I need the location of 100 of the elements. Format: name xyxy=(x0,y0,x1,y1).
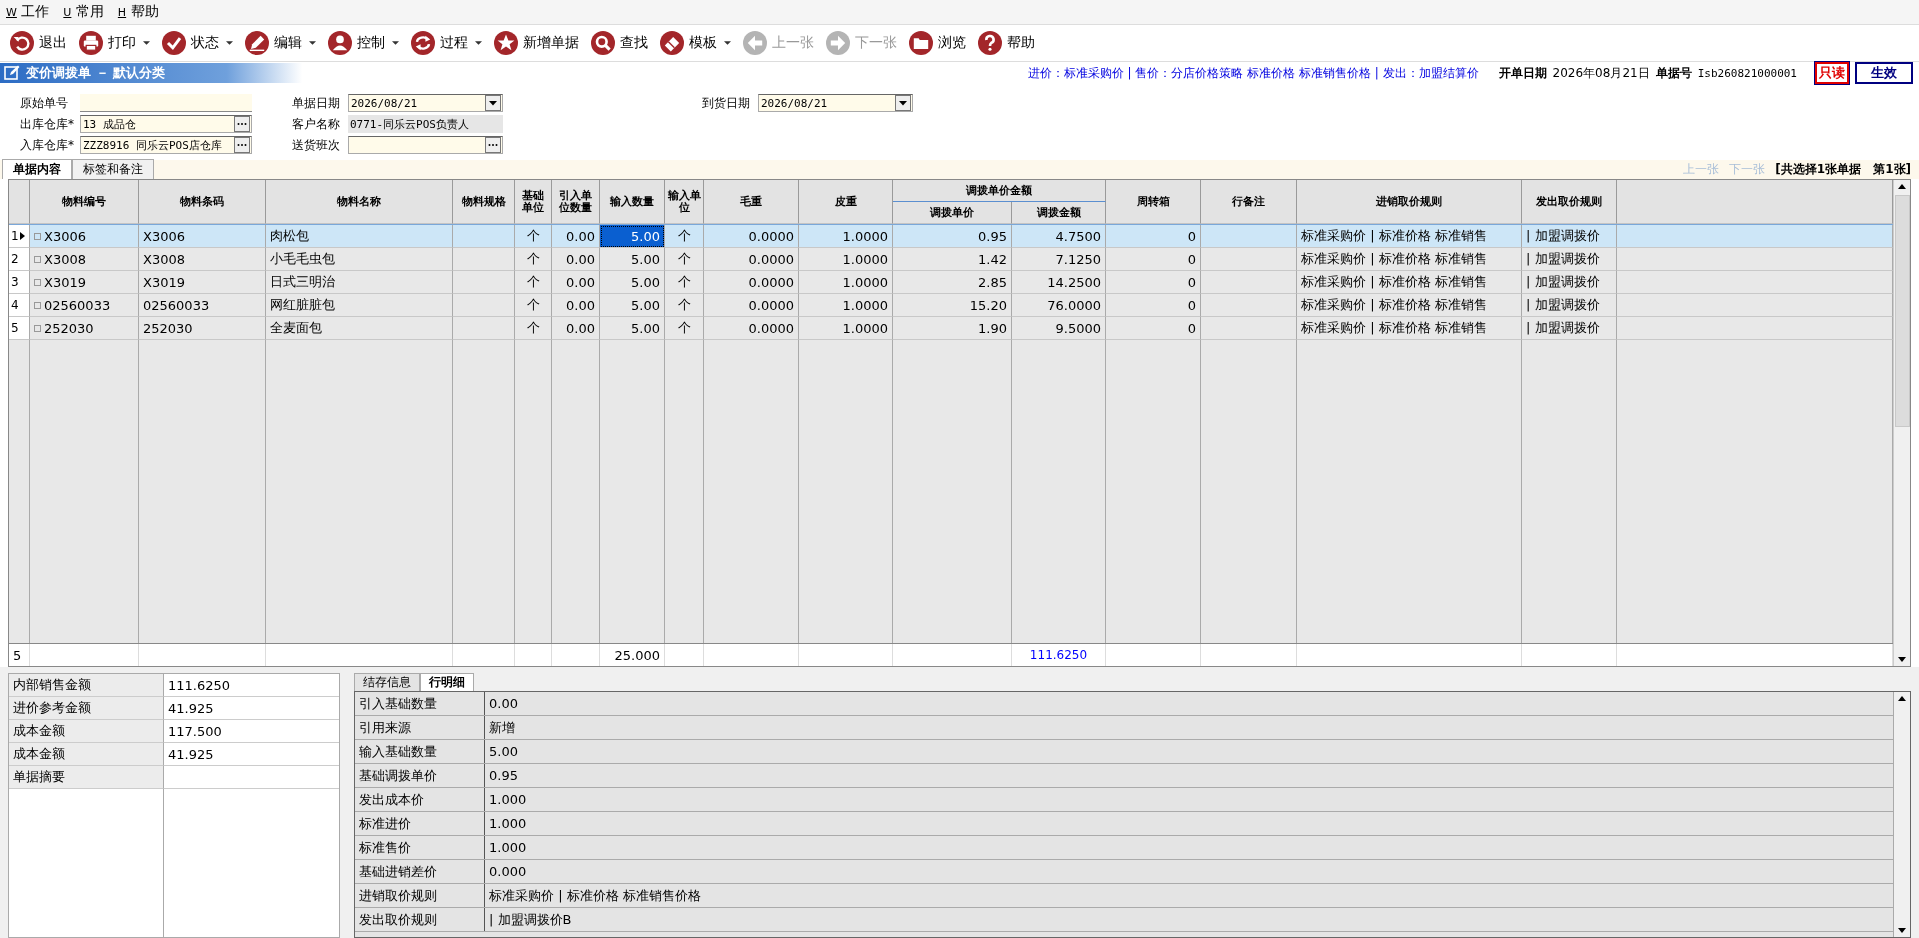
field-label: 单据日期 xyxy=(292,94,341,112)
lookup-button[interactable] xyxy=(234,137,250,153)
ellipsis-icon xyxy=(488,143,498,147)
detail-label: 引用来源 xyxy=(355,716,485,739)
toolbar-button[interactable]: 打印 xyxy=(77,29,158,57)
date-field[interactable]: 2026/08/21 xyxy=(348,94,503,112)
table-cell: 个 xyxy=(665,294,704,317)
toolbar-button[interactable]: 状态 xyxy=(160,29,241,57)
toolbar-button[interactable]: 查找 xyxy=(589,29,656,57)
tab[interactable]: 结存信息 xyxy=(354,673,420,691)
tab[interactable]: 行明细 xyxy=(420,673,474,691)
toolbar-button[interactable]: 退出 xyxy=(8,29,75,57)
row-checkbox-icon xyxy=(34,255,41,263)
column-header: 输入数量 xyxy=(600,180,665,224)
lookup-field[interactable] xyxy=(348,136,503,154)
menu-item[interactable]: H 帮助 xyxy=(117,3,159,21)
table-cell: 76.0000 xyxy=(1012,294,1106,317)
table-cell: | 加盟调拨价 xyxy=(1522,317,1617,340)
total-cell: 111.6250 xyxy=(1012,644,1106,666)
document-number: Isb260821000001 xyxy=(1697,66,1797,80)
table-cell: | 加盟调拨价 xyxy=(1522,294,1617,317)
detail-value: 0.000 xyxy=(488,863,528,881)
table-cell: X3019 xyxy=(139,271,266,294)
tab[interactable]: 标签和备注 xyxy=(72,159,154,179)
toolbar-button[interactable]: 浏览 xyxy=(907,29,974,57)
scrollbar[interactable] xyxy=(1893,180,1910,666)
table-row[interactable]: 3 X3019 X3019 日式三明治 个 0.00 5.00 个 0.0000 1.0000 2.85 14.2500 0 标准采购价 | 标准价格 标准销售 | 加盟调拨价 xyxy=(9,271,1893,294)
table-cell: 网红脏脏包 xyxy=(266,294,453,317)
table-cell: 1.0000 xyxy=(799,248,893,271)
table-cell: 1.0000 xyxy=(799,271,893,294)
table-cell: 标准采购价 | 标准价格 标准销售 xyxy=(1297,317,1522,340)
table-cell: X3006 xyxy=(30,225,139,248)
row-number: 5 xyxy=(9,317,30,340)
toolbar-button[interactable]: 模板 xyxy=(658,29,739,57)
lookup-field[interactable]: 13 成品仓 xyxy=(80,115,252,133)
table-cell: 标准采购价 | 标准价格 标准销售 xyxy=(1297,248,1522,271)
table-cell: 14.2500 xyxy=(1012,271,1106,294)
column-header: 毛重 xyxy=(704,180,799,224)
menu-item[interactable]: W 工作 xyxy=(6,3,50,21)
table-row[interactable]: 1 X3006 X3006 肉松包 个 0.00 5.00 个 0.0000 1.0000 0.95 4.7500 0 标准采购价 | 标准价格 标准销售 | 加盟调拨价 xyxy=(9,225,1893,248)
detail-value: 1.000 xyxy=(488,839,528,857)
detail-label: 标准售价 xyxy=(355,836,485,859)
input-field[interactable] xyxy=(80,94,252,112)
column-header: 输入单位 xyxy=(665,180,704,224)
detail-label: 输入基础数量 xyxy=(355,740,485,763)
up-arrow-icon[interactable] xyxy=(1898,184,1906,189)
row-number: 3 xyxy=(9,271,30,294)
column-header: 引入单位数量 xyxy=(552,180,600,224)
detail-label: 基础调拨单价 xyxy=(355,764,485,787)
table-cell: 1.90 xyxy=(893,317,1012,340)
person-icon xyxy=(328,31,352,55)
table-row[interactable]: 4 02560033 02560033 网红脏脏包 个 0.00 5.00 个 0.0000 1.0000 15.20 76.0000 0 标准采购价 | 标准价格 标准销售 | 加盟调拨价 xyxy=(9,294,1893,317)
table-cell: 0.00 xyxy=(552,294,600,317)
table-cell: 0.00 xyxy=(552,317,600,340)
toolbar-button[interactable]: 控制 xyxy=(326,29,407,57)
field-label: 出库仓库* xyxy=(20,115,75,133)
table-row[interactable]: 2 X3008 X3008 小毛毛虫包 个 0.00 5.00 个 0.0000 1.0000 1.42 7.1250 0 标准采购价 | 标准价格 标准销售 | 加盟调拨价 xyxy=(9,248,1893,271)
date-label: 开单日期 xyxy=(1498,64,1547,82)
total-cell: 25.000 xyxy=(600,644,665,666)
toolbar-button[interactable]: 新增单据 xyxy=(492,29,587,57)
column-header: 皮重 xyxy=(799,180,893,224)
dropdown-button[interactable] xyxy=(895,95,911,111)
dropdown-button[interactable] xyxy=(485,95,501,111)
detail-value: 0.00 xyxy=(488,695,519,713)
up-arrow-icon[interactable] xyxy=(1898,696,1906,701)
row-number: 1 xyxy=(9,225,30,248)
cycle-arrows-icon xyxy=(411,31,435,55)
field-label: 入库仓库* xyxy=(20,136,75,154)
menu-item[interactable]: U 常用 xyxy=(63,3,104,21)
column-group-header: 调拨单价金额 xyxy=(893,180,1106,202)
lookup-field[interactable]: ZZZ8916 同乐云POS店仓库 xyxy=(80,136,252,154)
document-date: 2026年08月21日 xyxy=(1552,64,1650,82)
pricing-note: 进价：标准采购价 | 售价：分店价格策略 标准价格 标准销售价格 | 发出：加盟结算价 xyxy=(1027,64,1479,82)
column-header: 调拨单价 xyxy=(893,202,1012,224)
ellipsis-icon xyxy=(237,122,247,126)
column-header: 进销取价规则 xyxy=(1297,180,1522,224)
row-number: 4 xyxy=(9,294,30,317)
down-arrow-icon[interactable] xyxy=(1898,928,1906,933)
table-cell: 7.1250 xyxy=(1012,248,1106,271)
lookup-button[interactable] xyxy=(485,137,501,153)
toolbar-button[interactable]: 过程 xyxy=(409,29,490,57)
toolbar-button[interactable]: 帮助 xyxy=(976,29,1043,57)
lookup-button[interactable] xyxy=(234,116,250,132)
search-icon xyxy=(591,31,615,55)
edit-form-icon xyxy=(4,65,20,81)
scrollbar-thumb[interactable] xyxy=(1894,195,1910,427)
toolbar-button[interactable]: 编辑 xyxy=(243,29,324,57)
table-cell: 个 xyxy=(515,294,552,317)
scrollbar[interactable] xyxy=(1893,692,1910,937)
table-cell: X3019 xyxy=(30,271,139,294)
caret-icon xyxy=(724,40,731,46)
table-cell: 1.0000 xyxy=(799,225,893,248)
detail-label: 进销取价规则 xyxy=(355,884,485,907)
date-field[interactable]: 2026/08/21 xyxy=(758,94,913,112)
summary-label: 成本金额 xyxy=(9,743,164,766)
table-cell: 2.85 xyxy=(893,271,1012,294)
column-header: 物料条码 xyxy=(139,180,266,224)
down-arrow-icon[interactable] xyxy=(1898,657,1906,662)
tab[interactable]: 单据内容 xyxy=(2,159,72,179)
table-row[interactable]: 5 252030 252030 全麦面包 个 0.00 5.00 个 0.0000 1.0000 1.90 9.5000 0 标准采购价 | 标准价格 标准销售 | 加盟调拨价 xyxy=(9,317,1893,340)
